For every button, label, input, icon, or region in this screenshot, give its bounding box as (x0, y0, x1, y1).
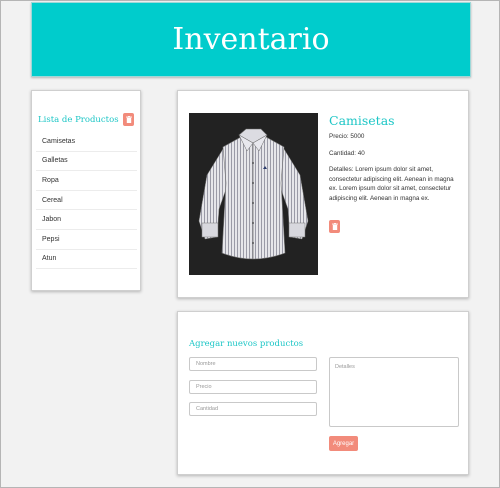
product-detail-card: Camisetas Precio: 5000 Cantidad: 40 Deta… (177, 90, 469, 298)
product-price: Precio: 5000 (329, 133, 365, 140)
list-item-cereal[interactable]: Cereal (36, 191, 137, 211)
product-description: Detalles: Lorem ipsum dolor sit amet, co… (329, 166, 454, 202)
trash-icon (125, 116, 132, 123)
product-image (189, 113, 318, 275)
product-list-title: Lista de Productos (38, 115, 119, 125)
shirt-image (198, 128, 309, 260)
list-item-atun[interactable]: Atun (36, 250, 137, 270)
page-title: Inventario (172, 22, 330, 57)
list-item-camisetas[interactable]: Camisetas (36, 132, 137, 152)
list-item-ropa[interactable]: Ropa (36, 171, 137, 191)
header-banner: Inventario (31, 2, 471, 77)
list-item-jabon[interactable]: Jabon (36, 210, 137, 230)
delete-product-button[interactable] (329, 220, 340, 233)
product-quantity: Cantidad: 40 (329, 150, 365, 157)
add-button[interactable]: Agregar (329, 436, 358, 451)
price-input[interactable]: Precio (189, 380, 317, 394)
add-product-title: Agregar nuevos productos (189, 339, 304, 349)
list-item-pepsi[interactable]: Pepsi (36, 230, 137, 250)
delete-list-button[interactable] (123, 113, 134, 126)
product-name: Camisetas (329, 113, 395, 128)
details-textarea[interactable]: Detalles (329, 357, 459, 427)
trash-icon (331, 223, 338, 230)
name-input[interactable]: Nombre (189, 357, 317, 371)
quantity-input[interactable]: Cantidad (189, 402, 317, 416)
product-list: Camisetas Galletas Ropa Cereal Jabon Pep… (36, 132, 137, 270)
list-item-galletas[interactable]: Galletas (36, 152, 137, 172)
add-product-card: Agregar nuevos productos Nombre Precio C… (177, 311, 469, 475)
